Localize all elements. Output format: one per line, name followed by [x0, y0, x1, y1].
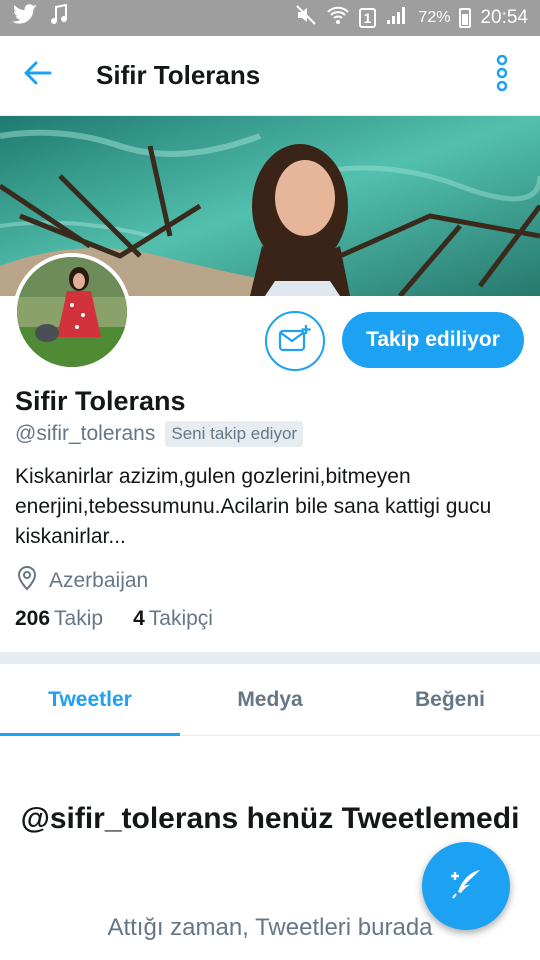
following-count: 206 — [15, 607, 51, 630]
tab-media[interactable]: Medya — [180, 664, 360, 735]
arrow-left-icon — [23, 60, 53, 91]
wifi-icon — [326, 4, 350, 32]
clock: 20:54 — [480, 7, 528, 28]
follow-counts: 206 Takip 4 Takipçi — [15, 607, 213, 631]
app-bar: Sifir Tolerans — [0, 36, 540, 116]
music-note-icon — [50, 3, 68, 32]
location-pin-icon — [15, 565, 39, 596]
mute-icon — [295, 4, 317, 32]
signal-icon — [385, 4, 409, 32]
location-text: Azerbaijan — [49, 568, 149, 592]
more-options-button[interactable] — [464, 36, 540, 116]
followers-count: 4 — [133, 607, 145, 630]
follows-you-badge: Seni takip ediyor — [165, 421, 304, 447]
location-row: Azerbaijan — [15, 565, 148, 596]
profile-handle: @sifir_tolerans — [15, 422, 156, 445]
profile-tabs: Tweetler Medya Beğeni — [0, 664, 540, 736]
compose-tweet-button[interactable] — [422, 842, 510, 930]
profile-name: Sifir Tolerans — [15, 386, 186, 416]
empty-state-title: @sifir_tolerans henüz Tweetlemedi — [20, 802, 520, 835]
battery-percent: 72% — [418, 9, 451, 26]
status-bar: 1 72% 20:54 — [0, 0, 540, 36]
back-button[interactable] — [0, 36, 76, 116]
twitter-icon — [12, 4, 38, 32]
following-label: Takip — [54, 607, 104, 630]
tab-likes[interactable]: Beğeni — [360, 664, 540, 735]
message-button[interactable] — [265, 311, 325, 371]
avatar[interactable] — [13, 253, 131, 371]
following-button[interactable]: Takip ediliyor — [342, 312, 524, 368]
handle-row: @sifir_tolerans Seni takip ediyor — [15, 421, 304, 447]
section-divider — [0, 652, 540, 664]
following-count-link[interactable]: 206 Takip — [15, 607, 103, 631]
more-vertical-icon — [495, 54, 509, 96]
followers-count-link[interactable]: 4 Takipçi — [133, 607, 213, 631]
page-title: Sifir Tolerans — [96, 60, 261, 90]
profile-bio: Kiskanirlar azizim,gulen gozlerini,bitme… — [15, 465, 492, 548]
sim-icon: 1 — [358, 8, 377, 28]
followers-label: Takipçi — [148, 607, 213, 630]
tab-tweets[interactable]: Tweetler — [0, 664, 180, 736]
battery-icon — [459, 8, 472, 28]
mail-plus-icon — [278, 324, 312, 359]
compose-tweet-icon — [446, 864, 486, 909]
